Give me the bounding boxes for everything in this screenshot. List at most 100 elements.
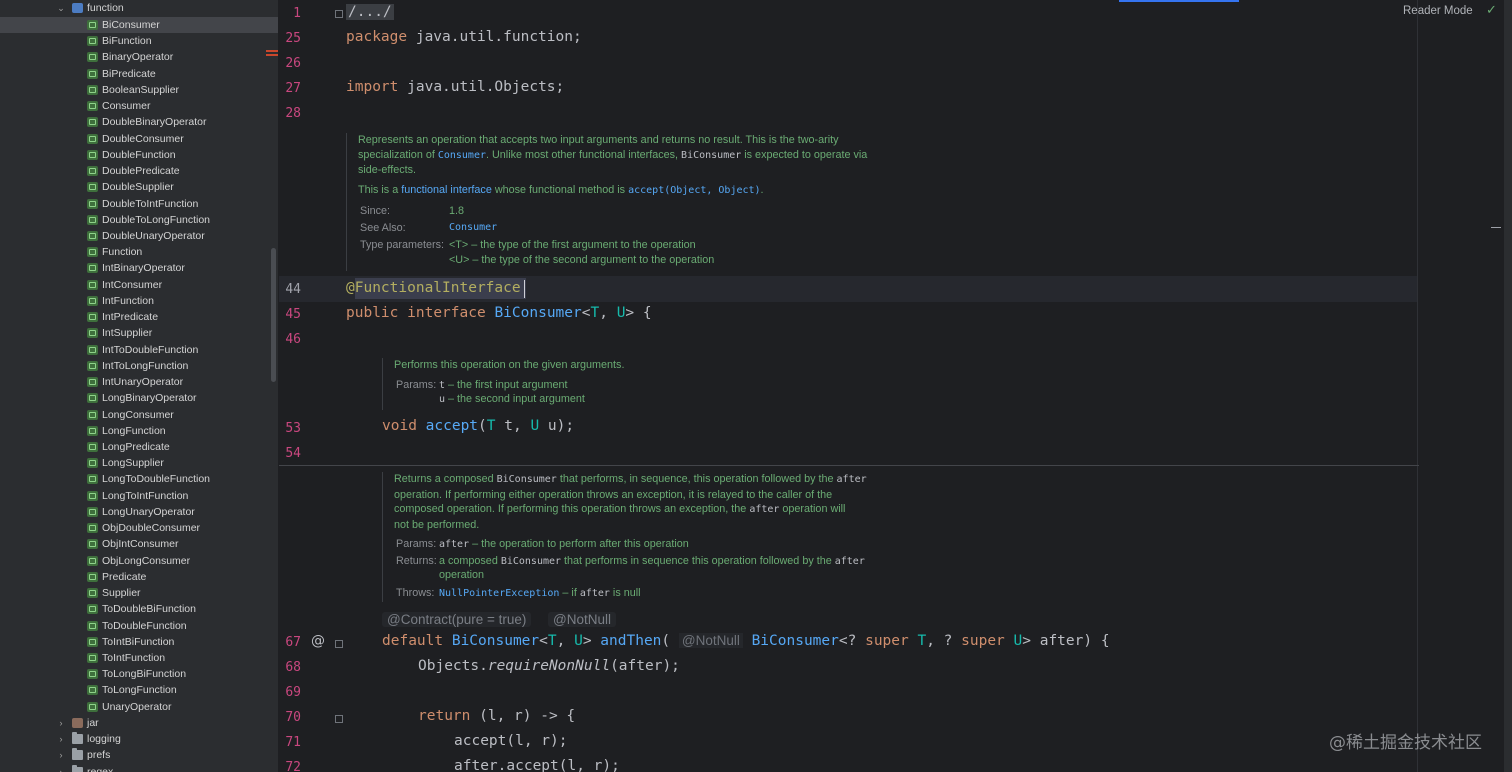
tree-item-interface[interactable]: Consumer [0, 98, 278, 114]
interface-icon [87, 636, 98, 647]
tree-item-interface[interactable]: Function [0, 244, 278, 260]
tree-item-interface[interactable]: DoubleBinaryOperator [0, 114, 278, 130]
tree-item-interface[interactable]: LongSupplier [0, 455, 278, 471]
tree-item-interface[interactable]: LongBinaryOperator [0, 390, 278, 406]
project-tree[interactable]: ⌄ function BiConsumer BiFunction BinaryOpera… [0, 0, 278, 772]
tree-item-interface[interactable]: LongToIntFunction [0, 488, 278, 504]
tree-item-interface[interactable]: ObjDoubleConsumer [0, 520, 278, 536]
tree-item-interface[interactable]: DoubleFunction [0, 147, 278, 163]
chevron-right-icon[interactable]: › [56, 716, 66, 730]
tree-item-interface[interactable]: UnaryOperator [0, 699, 278, 715]
tree-item-interface[interactable]: IntConsumer [0, 277, 278, 293]
override-at-icon[interactable]: @ [311, 633, 325, 649]
tree-item-interface[interactable]: Predicate [0, 569, 278, 585]
tree-item-interface[interactable]: ToIntFunction [0, 650, 278, 666]
tree-item-label: BiFunction [102, 35, 152, 48]
tree-item-interface[interactable]: IntPredicate [0, 309, 278, 325]
tree-folder[interactable]: › prefs [0, 747, 278, 763]
tree-item-label: ObjIntConsumer [102, 538, 179, 551]
interface-icon [87, 506, 98, 517]
tree-item-interface[interactable]: DoubleConsumer [0, 131, 278, 147]
fold-toggle-icon[interactable] [335, 640, 343, 648]
chevron-right-icon[interactable]: › [56, 748, 66, 762]
line-number: 70 [285, 710, 301, 725]
tree-folder[interactable]: › logging [0, 731, 278, 747]
interface-icon [87, 52, 98, 63]
interface-icon [87, 84, 98, 95]
tree-item-interface[interactable]: DoubleToIntFunction [0, 196, 278, 212]
tree-item-label: DoubleToLongFunction [102, 213, 210, 226]
interface-icon [87, 409, 98, 420]
tree-item-interface[interactable]: BiPredicate [0, 66, 278, 82]
folder-icon [72, 764, 83, 772]
watermark: @稀土掘金技术社区 [1329, 733, 1482, 753]
tree-item-label: ObjDoubleConsumer [102, 522, 201, 535]
tree-item-label: IntSupplier [102, 327, 153, 340]
tree-item-label: IntConsumer [102, 278, 163, 291]
fold-toggle-icon[interactable] [335, 10, 343, 18]
inspection-ok-icon[interactable]: ✓ [1486, 3, 1497, 18]
tree-item-label: logging [87, 733, 121, 746]
tree-item-interface[interactable]: IntBinaryOperator [0, 260, 278, 276]
tree-item-interface[interactable]: BiFunction [0, 33, 278, 49]
tree-item-label: DoubleBinaryOperator [102, 116, 207, 129]
annotation-functional-interface[interactable]: @FunctionalInterface [346, 280, 521, 296]
code-line-return: return (l, r) -> { [418, 708, 576, 724]
tree-item-interface[interactable]: IntSupplier [0, 325, 278, 341]
tree-item-interface[interactable]: IntToLongFunction [0, 358, 278, 374]
fold-toggle-icon[interactable] [335, 715, 343, 723]
tree-item-interface[interactable]: DoublePredicate [0, 163, 278, 179]
interface-icon [87, 101, 98, 112]
tree-item-label: ToIntBiFunction [102, 635, 175, 648]
tree-item-label: DoubleUnaryOperator [102, 229, 205, 242]
tree-item-interface[interactable]: LongConsumer [0, 407, 278, 423]
tree-item-interface[interactable]: ToIntBiFunction [0, 634, 278, 650]
tree-folder-function[interactable]: ⌄ function [0, 0, 278, 16]
tree-item-interface[interactable]: LongFunction [0, 423, 278, 439]
jar-icon [72, 718, 83, 728]
tree-item-interface[interactable]: Supplier [0, 585, 278, 601]
tree-folder[interactable]: › jar [0, 715, 278, 731]
right-tool-strip[interactable] [1504, 0, 1512, 772]
tree-item-label: LongToDoubleFunction [102, 473, 210, 486]
tree-item-label: BinaryOperator [102, 51, 174, 64]
line-number: 68 [285, 660, 301, 675]
right-margin-guide [1417, 0, 1418, 772]
interface-icon [87, 133, 98, 144]
inferred-notnull-inlay[interactable]: @NotNull [548, 612, 616, 627]
tree-item-interface[interactable]: LongPredicate [0, 439, 278, 455]
tree-item-interface[interactable]: DoubleToLongFunction [0, 212, 278, 228]
tree-item-interface[interactable]: DoubleUnaryOperator [0, 228, 278, 244]
chevron-right-icon[interactable]: › [56, 765, 66, 772]
tree-item-interface[interactable]: BiConsumer [0, 17, 278, 33]
tree-item-interface[interactable]: IntUnaryOperator [0, 374, 278, 390]
tree-folder[interactable]: › regex [0, 764, 278, 772]
tree-item-interface[interactable]: ToDoubleFunction [0, 618, 278, 634]
package-icon [72, 3, 83, 13]
tree-item-interface[interactable]: LongUnaryOperator [0, 504, 278, 520]
chevron-down-icon[interactable]: ⌄ [56, 1, 66, 15]
code-line-interface-decl: public interface BiConsumer<T, U> { [346, 305, 652, 321]
tree-item-interface[interactable]: BooleanSupplier [0, 82, 278, 98]
tree-item-interface[interactable]: ToLongBiFunction [0, 666, 278, 682]
tree-item-label: LongFunction [102, 424, 166, 437]
chevron-right-icon[interactable]: › [56, 732, 66, 746]
tree-item-interface[interactable]: IntToDoubleFunction [0, 342, 278, 358]
code-editor[interactable]: 1 25 26 27 28 44 45 46 53 54 67 68 69 70… [279, 0, 1512, 772]
interface-icon [87, 117, 98, 128]
tree-item-interface[interactable]: BinaryOperator [0, 49, 278, 65]
inferred-contract-inlay[interactable]: @Contract(pure = true) [382, 612, 532, 627]
tree-item-interface[interactable]: IntFunction [0, 293, 278, 309]
interface-icon [87, 458, 98, 469]
interface-icon [87, 360, 98, 371]
reader-mode-toggle[interactable]: Reader Mode [1403, 5, 1473, 17]
tree-item-interface[interactable]: ObjIntConsumer [0, 536, 278, 552]
tree-item-interface[interactable]: LongToDoubleFunction [0, 471, 278, 487]
interface-icon [87, 701, 98, 712]
tree-item-interface[interactable]: DoubleSupplier [0, 179, 278, 195]
folded-region[interactable]: /.../ [346, 4, 394, 20]
tree-item-interface[interactable]: ToLongFunction [0, 682, 278, 698]
tree-item-interface[interactable]: ToDoubleBiFunction [0, 601, 278, 617]
tree-item-interface[interactable]: ObjLongConsumer [0, 553, 278, 569]
rendered-javadoc-andthen: Returns a composed BiConsumer that perfo… [382, 472, 894, 602]
